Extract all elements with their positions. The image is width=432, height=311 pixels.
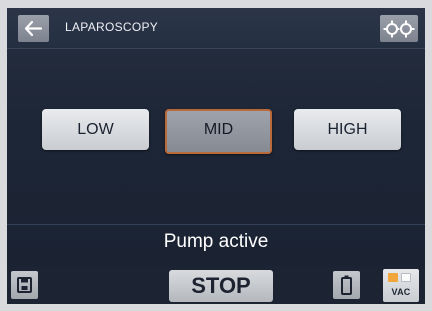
device-frame: LAPAROSCOPY LOW MID HIGH Pump active STO… <box>0 0 432 311</box>
touch-screen: LAPAROSCOPY LOW MID HIGH Pump active STO… <box>7 8 425 304</box>
vac-indicator-inactive <box>401 273 411 282</box>
settings-button[interactable] <box>380 15 418 42</box>
top-bar: LAPAROSCOPY <box>7 8 425 49</box>
arrow-left-icon <box>24 20 43 37</box>
mode-button-low[interactable]: LOW <box>42 109 149 150</box>
settings-gears-icon <box>383 20 415 38</box>
mode-button-high[interactable]: HIGH <box>294 109 401 150</box>
battery-icon <box>341 275 352 295</box>
battery-button[interactable] <box>333 271 360 299</box>
status-divider <box>7 224 425 225</box>
vac-indicator-active <box>388 273 398 282</box>
mode-button-mid[interactable]: MID <box>165 109 272 154</box>
status-text: Pump active <box>163 231 269 252</box>
vac-button[interactable]: VAC <box>383 269 419 302</box>
save-button[interactable] <box>11 271 38 299</box>
back-button[interactable] <box>18 15 49 42</box>
page-title: LAPAROSCOPY <box>65 20 159 34</box>
stop-button[interactable]: STOP <box>169 270 273 302</box>
vac-label: VAC <box>391 287 411 297</box>
bottom-bar: STOP VAC <box>7 266 425 304</box>
save-icon <box>17 277 32 293</box>
